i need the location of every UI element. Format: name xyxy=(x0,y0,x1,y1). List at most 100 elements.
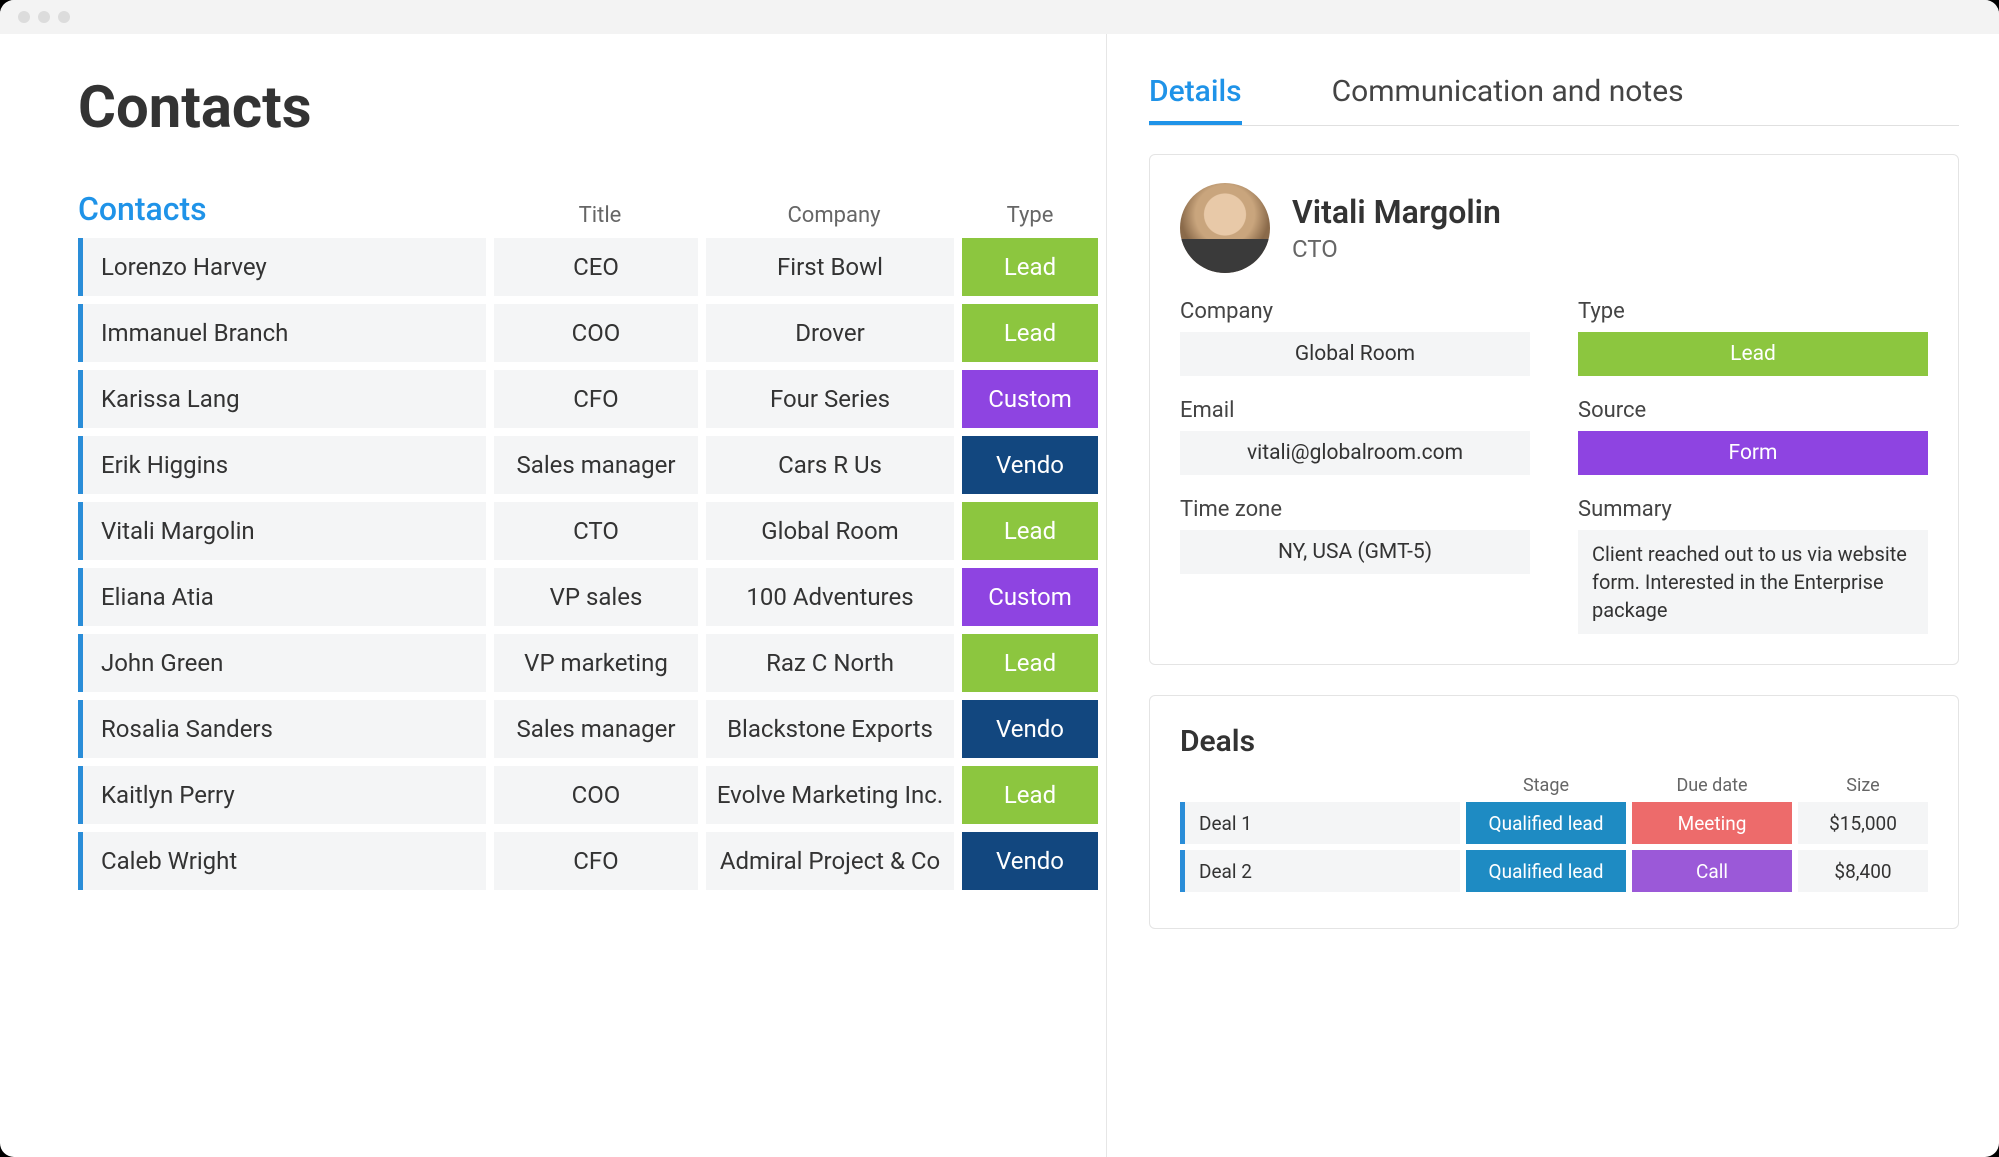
avatar xyxy=(1180,183,1270,273)
table-row[interactable]: Kaitlyn PerryCOOEvolve Marketing Inc.Lea… xyxy=(78,766,1106,824)
deal-stage: Qualified lead xyxy=(1466,850,1626,892)
table-row[interactable]: Vitali MargolinCTOGlobal RoomLead xyxy=(78,502,1106,560)
table-row[interactable]: Eliana AtiaVP sales100 AdventuresCustom xyxy=(78,568,1106,626)
cell-title: CTO xyxy=(494,502,698,560)
cell-name: Lorenzo Harvey xyxy=(78,238,486,296)
cell-company: Raz C North xyxy=(706,634,954,692)
detail-tabs: Details Communication and notes xyxy=(1149,74,1959,126)
cell-company: Four Series xyxy=(706,370,954,428)
contacts-table-header: Contacts Title Company Type xyxy=(78,190,1106,228)
deal-name: Deal 1 xyxy=(1180,802,1460,844)
table-row[interactable]: John GreenVP marketingRaz C NorthLead xyxy=(78,634,1106,692)
cell-title: VP sales xyxy=(494,568,698,626)
deal-row[interactable]: Deal 2Qualified leadCall$8,400 xyxy=(1180,850,1928,892)
window-minimize-icon[interactable] xyxy=(38,11,50,23)
cell-title: COO xyxy=(494,766,698,824)
content-area: Contacts Contacts Title Company Type Lor… xyxy=(0,34,1999,1157)
deals-header: Stage Due date Size xyxy=(1180,775,1928,796)
table-row[interactable]: Karissa LangCFOFour SeriesCustom xyxy=(78,370,1106,428)
deals-header-size: Size xyxy=(1798,775,1928,796)
cell-title: CEO xyxy=(494,238,698,296)
cell-company: Evolve Marketing Inc. xyxy=(706,766,954,824)
deals-header-stage: Stage xyxy=(1466,775,1626,796)
cell-company: Drover xyxy=(706,304,954,362)
label-timezone: Time zone xyxy=(1180,497,1530,522)
cell-type: Vendo xyxy=(962,832,1098,890)
cell-name: Caleb Wright xyxy=(78,832,486,890)
deal-row[interactable]: Deal 1Qualified leadMeeting$15,000 xyxy=(1180,802,1928,844)
cell-title: Sales manager xyxy=(494,700,698,758)
cell-company: Global Room xyxy=(706,502,954,560)
deal-size: $15,000 xyxy=(1798,802,1928,844)
field-company: Company Global Room xyxy=(1180,299,1530,376)
contact-title: CTO xyxy=(1292,235,1501,263)
contacts-table-body: Lorenzo HarveyCEOFirst BowlLeadImmanuel … xyxy=(78,238,1106,890)
table-row[interactable]: Immanuel BranchCOODroverLead xyxy=(78,304,1106,362)
cell-company: Blackstone Exports xyxy=(706,700,954,758)
cell-company: 100 Adventures xyxy=(706,568,954,626)
cell-title: COO xyxy=(494,304,698,362)
cell-type: Vendo xyxy=(962,700,1098,758)
cell-type: Lead xyxy=(962,766,1098,824)
cell-company: Cars R Us xyxy=(706,436,954,494)
contacts-panel: Contacts Contacts Title Company Type Lor… xyxy=(0,34,1106,1157)
deals-card: Deals Stage Due date Size Deal 1Qualifie… xyxy=(1149,695,1959,929)
window-close-icon[interactable] xyxy=(18,11,30,23)
table-row[interactable]: Caleb WrightCFOAdmiral Project & CoVendo xyxy=(78,832,1106,890)
value-timezone[interactable]: NY, USA (GMT-5) xyxy=(1180,530,1530,574)
column-header-type: Type xyxy=(962,203,1098,228)
deals-body: Deal 1Qualified leadMeeting$15,000 Deal 2… xyxy=(1180,802,1928,892)
detail-fields: Company Global Room Type Lead Email vita… xyxy=(1180,299,1928,634)
cell-company: First Bowl xyxy=(706,238,954,296)
field-timezone: Time zone NY, USA (GMT-5) xyxy=(1180,497,1530,634)
label-company: Company xyxy=(1180,299,1530,324)
value-type[interactable]: Lead xyxy=(1578,332,1928,376)
contacts-tab[interactable]: Contacts xyxy=(78,190,494,228)
tab-communication[interactable]: Communication and notes xyxy=(1332,74,1684,125)
cell-type: Custom xyxy=(962,370,1098,428)
deal-stage: Qualified lead xyxy=(1466,802,1626,844)
table-row[interactable]: Erik HigginsSales managerCars R UsVendo xyxy=(78,436,1106,494)
value-company[interactable]: Global Room xyxy=(1180,332,1530,376)
cell-type: Custom xyxy=(962,568,1098,626)
cell-name: Vitali Margolin xyxy=(78,502,486,560)
cell-name: Immanuel Branch xyxy=(78,304,486,362)
column-header-title: Title xyxy=(494,203,706,228)
field-type: Type Lead xyxy=(1578,299,1928,376)
cell-name: John Green xyxy=(78,634,486,692)
cell-name: Eliana Atia xyxy=(78,568,486,626)
cell-name: Rosalia Sanders xyxy=(78,700,486,758)
value-summary[interactable]: Client reached out to us via website for… xyxy=(1578,530,1928,634)
cell-name: Erik Higgins xyxy=(78,436,486,494)
deals-header-due: Due date xyxy=(1632,775,1792,796)
field-source: Source Form xyxy=(1578,398,1928,475)
page-title: Contacts xyxy=(78,74,1106,142)
cell-type: Lead xyxy=(962,304,1098,362)
value-email[interactable]: vitali@globalroom.com xyxy=(1180,431,1530,475)
label-summary: Summary xyxy=(1578,497,1928,522)
cell-type: Lead xyxy=(962,502,1098,560)
cell-type: Vendo xyxy=(962,436,1098,494)
deal-size: $8,400 xyxy=(1798,850,1928,892)
value-source[interactable]: Form xyxy=(1578,431,1928,475)
cell-title: Sales manager xyxy=(494,436,698,494)
cell-name: Kaitlyn Perry xyxy=(78,766,486,824)
column-header-company: Company xyxy=(706,203,962,228)
window-maximize-icon[interactable] xyxy=(58,11,70,23)
table-row[interactable]: Rosalia SandersSales managerBlackstone E… xyxy=(78,700,1106,758)
deal-name: Deal 2 xyxy=(1180,850,1460,892)
field-email: Email vitali@globalroom.com xyxy=(1180,398,1530,475)
cell-name: Karissa Lang xyxy=(78,370,486,428)
deals-title: Deals xyxy=(1180,724,1928,759)
deal-due: Call xyxy=(1632,850,1792,892)
cell-title: CFO xyxy=(494,370,698,428)
table-row[interactable]: Lorenzo HarveyCEOFirst BowlLead xyxy=(78,238,1106,296)
field-summary: Summary Client reached out to us via web… xyxy=(1578,497,1928,634)
details-panel: Details Communication and notes Vitali M… xyxy=(1106,34,1999,1157)
cell-type: Lead xyxy=(962,634,1098,692)
tab-details[interactable]: Details xyxy=(1149,74,1242,125)
label-type: Type xyxy=(1578,299,1928,324)
window-titlebar xyxy=(0,0,1999,34)
cell-type: Lead xyxy=(962,238,1098,296)
label-source: Source xyxy=(1578,398,1928,423)
